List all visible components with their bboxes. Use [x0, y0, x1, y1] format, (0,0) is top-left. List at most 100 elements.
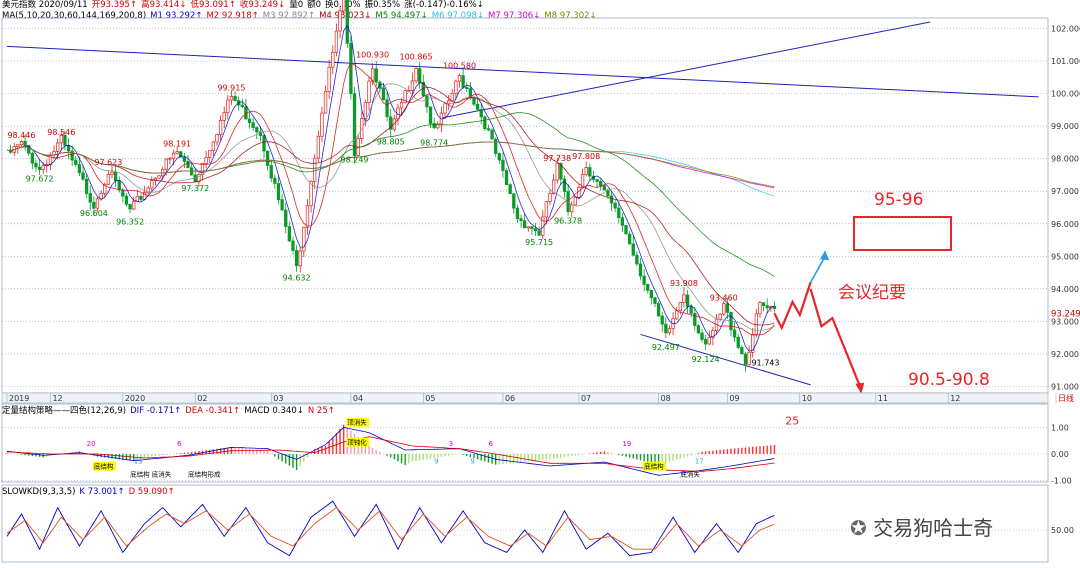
- candle-body: [754, 313, 758, 335]
- candle-body: [428, 106, 433, 124]
- candle-body: [486, 128, 491, 131]
- price-label: 99.915: [217, 83, 245, 92]
- candle-body: [609, 195, 614, 204]
- candle-body: [95, 198, 100, 209]
- projection-down-path: [809, 288, 863, 391]
- candle-body: [461, 75, 465, 88]
- candle-body: [530, 226, 534, 230]
- watermark-text: 交易狗哈士奇: [873, 516, 994, 540]
- candle-body: [642, 275, 646, 285]
- candle-body: [41, 165, 45, 170]
- candle-body: [66, 144, 71, 152]
- candle-body: [722, 303, 726, 315]
- candle-body: [399, 102, 404, 109]
- moving-averages: [6, 25, 775, 352]
- x-axis-strip: [1, 392, 1049, 404]
- candle-body: [327, 66, 331, 92]
- candle-body: [92, 201, 96, 209]
- candle-body: [287, 226, 292, 242]
- candle-body: [19, 141, 24, 146]
- macd-note: 底结构: [94, 462, 114, 471]
- candle-body: [519, 218, 523, 222]
- candle-body: [631, 243, 635, 256]
- kd-header: SLOWKD(9,3,3,5) K 73.001↑ D 59.090↑: [2, 487, 179, 498]
- macd-note: 底消失: [680, 470, 700, 479]
- candle-body: [410, 80, 415, 91]
- x-tick-label: 2020: [125, 394, 145, 403]
- candle-body: [656, 303, 661, 317]
- macd-y-tick: 0.00: [1051, 450, 1069, 459]
- price-label: 100.580: [443, 62, 476, 71]
- candle-body: [504, 170, 509, 186]
- y-tick-label: 91.000: [1051, 382, 1079, 391]
- price-label: 96.604: [80, 209, 108, 218]
- candle-body: [740, 347, 744, 355]
- price-label: 95.715: [525, 238, 553, 247]
- dxy-daily-chart[interactable]: 98.446 98.546 97.672 97.623 96.604 96.352 98.1…: [0, 0, 1080, 568]
- candle-body: [533, 228, 538, 232]
- candle-body: [649, 290, 654, 299]
- candle-body: [544, 201, 549, 218]
- macd-count-label: 9: [434, 457, 438, 465]
- price-label: 97.623: [94, 158, 122, 167]
- y-tick-label: 102.000: [1051, 25, 1080, 34]
- candle-body: [620, 217, 625, 226]
- candle-body: [588, 167, 592, 177]
- candle-body: [660, 315, 664, 325]
- price-label: 100.930: [356, 50, 389, 59]
- candle-body: [704, 339, 708, 345]
- candle-body: [157, 175, 161, 179]
- candle-body: [689, 306, 693, 314]
- candle-body: [635, 254, 639, 265]
- macd-item-1: DIF -0.171↑: [130, 406, 182, 416]
- macd-item-4: N 25↑: [307, 406, 335, 416]
- k-line: [6, 500, 775, 557]
- candle-body: [294, 250, 299, 267]
- candle-body: [186, 161, 190, 169]
- candle-body: [229, 96, 234, 101]
- x-tick-label: 日线: [1058, 393, 1074, 403]
- candle-body: [700, 332, 704, 340]
- candle-body: [624, 225, 628, 235]
- x-tick-label: 2019: [9, 394, 29, 403]
- kd-item-2: D 59.090↑: [128, 487, 175, 497]
- candle-body: [182, 156, 187, 162]
- price-label: 98.446: [7, 131, 35, 140]
- candle-body: [454, 80, 458, 94]
- price-label: 100.865: [400, 52, 433, 61]
- candle-body: [385, 99, 389, 118]
- candle-body: [56, 142, 60, 152]
- candle-body: [233, 96, 237, 101]
- candle-body: [696, 325, 701, 334]
- price-label: 91.743: [751, 358, 779, 367]
- candle-body: [320, 112, 324, 137]
- candle-body: [472, 97, 476, 105]
- candle-body: [736, 336, 740, 348]
- candle-body: [269, 165, 273, 179]
- macd-count-label: 25: [785, 415, 799, 428]
- macd-y-tick: 1.00: [1051, 423, 1069, 432]
- macd-note: 底结构: [644, 462, 664, 471]
- y-tick-label: 98.000: [1051, 155, 1079, 164]
- candle-body: [479, 108, 483, 118]
- candle-body: [164, 158, 168, 170]
- candle-body: [150, 180, 154, 189]
- watermark: ✪ 交易狗哈士奇: [850, 512, 993, 541]
- target-zone-box: [853, 216, 952, 251]
- candle-body: [678, 302, 682, 312]
- candle-body: [30, 152, 34, 164]
- candle-body: [121, 189, 125, 197]
- candle-body: [627, 233, 632, 245]
- candle-body: [74, 159, 78, 165]
- candle-body: [758, 302, 762, 315]
- x-tick-label: 06: [505, 394, 515, 403]
- candle-body: [240, 104, 244, 107]
- macd-note: 顶消失: [347, 418, 367, 427]
- candle-body: [595, 179, 599, 182]
- x-tick-label: 09: [729, 394, 739, 403]
- candle-body: [204, 157, 208, 164]
- candle-body: [168, 157, 172, 160]
- candle-body: [685, 294, 690, 307]
- projection-up-path: [773, 282, 812, 331]
- price-label: 98.249: [341, 156, 369, 165]
